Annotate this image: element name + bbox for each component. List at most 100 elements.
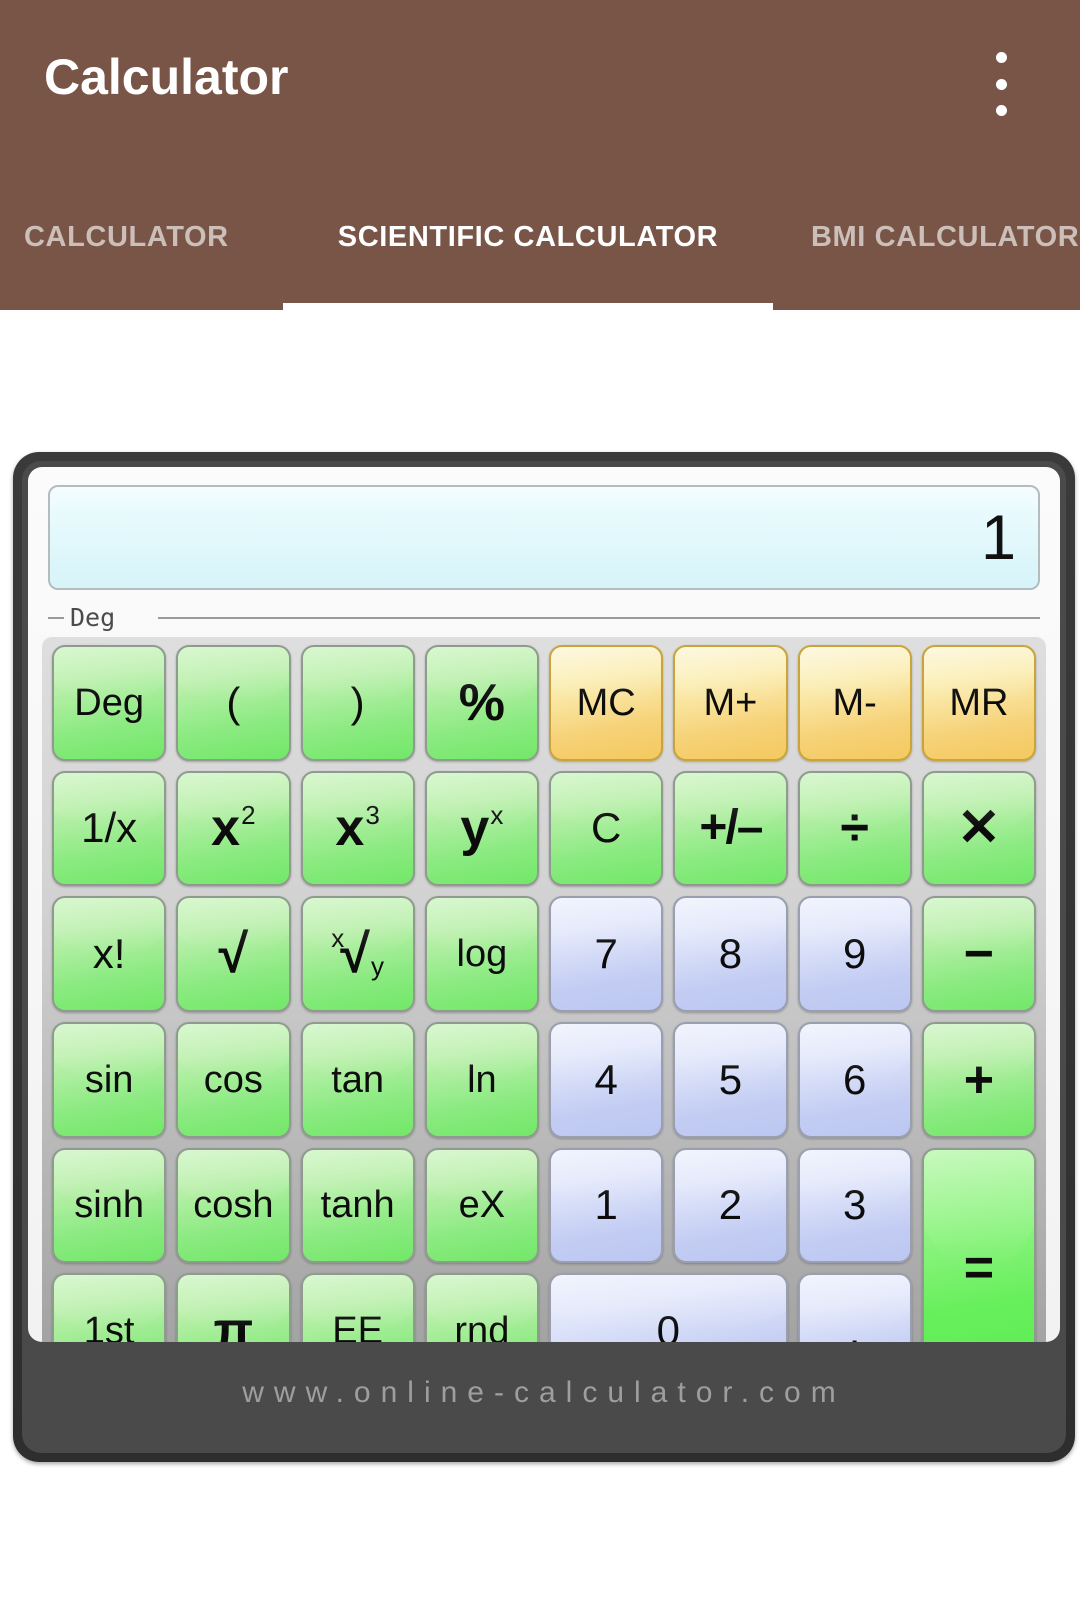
key-7[interactable]: 7 (549, 896, 664, 1012)
keypad: Deg ( ) % MC M+ M- MR 1/x x2 x3 yx C +/–… (42, 637, 1046, 1342)
key-memory-clear[interactable]: MC (549, 645, 664, 761)
key-second-function[interactable]: 1st (52, 1273, 167, 1342)
key-tanh[interactable]: tanh (300, 1147, 415, 1264)
key-decimal-point[interactable]: . (797, 1273, 912, 1342)
key-label: C (590, 804, 622, 852)
menu-dot (995, 78, 1007, 90)
key-label: 4 (594, 1055, 618, 1103)
tab-calculator[interactable]: CALCULATOR (0, 165, 255, 310)
key-label: ✕ (957, 799, 1001, 858)
key-label: sin (84, 1058, 134, 1101)
key-divide[interactable]: ÷ (797, 770, 912, 887)
fieldset-rule-left (48, 617, 64, 619)
angle-mode-fieldset: Deg (48, 603, 1040, 632)
key-label: 1/x (81, 804, 138, 852)
key-label: Deg (74, 681, 144, 724)
key-sinh[interactable]: sinh (52, 1147, 167, 1264)
key-reciprocal[interactable]: 1/x (52, 770, 167, 887)
key-label: +/– (699, 801, 763, 855)
key-label: MC (576, 681, 636, 724)
key-label: x! (92, 930, 126, 978)
key-label: MR (949, 681, 1009, 724)
key-nth-root[interactable]: x √ y (300, 896, 415, 1012)
app-bar-top: Calculator (0, 0, 1080, 160)
more-vert-icon[interactable] (990, 52, 1012, 116)
key-label: ÷ (840, 799, 869, 858)
key-memory-add[interactable]: M+ (673, 645, 788, 761)
key-label: ) (350, 678, 365, 726)
key-multiply[interactable]: ✕ (921, 770, 1036, 887)
key-ln[interactable]: ln (424, 1021, 539, 1138)
key-4[interactable]: 4 (549, 1021, 664, 1138)
key-equals[interactable]: = (921, 1147, 1036, 1342)
page-title: Calculator (44, 49, 289, 105)
key-sin[interactable]: sin (52, 1021, 167, 1138)
key-factorial[interactable]: x! (52, 896, 167, 1012)
key-6[interactable]: 6 (797, 1021, 912, 1138)
key-percent[interactable]: % (424, 645, 539, 761)
key-add[interactable]: + (921, 1021, 1036, 1138)
key-label: x (335, 799, 365, 858)
key-label: 7 (594, 930, 618, 978)
key-round[interactable]: rnd (424, 1273, 539, 1342)
brand-footer: www.online-calculator.com (242, 1376, 846, 1409)
key-subtract[interactable]: − (921, 896, 1036, 1012)
key-superscript: 2 (241, 800, 256, 831)
key-label: ln (467, 1058, 497, 1101)
key-close-paren[interactable]: ) (300, 645, 415, 761)
key-log[interactable]: log (424, 896, 539, 1012)
key-label: 2 (718, 1181, 743, 1229)
key-label: tanh (320, 1184, 395, 1227)
key-power[interactable]: yx (424, 770, 539, 887)
key-clear[interactable]: C (549, 770, 664, 887)
key-cube[interactable]: x3 (300, 770, 415, 887)
tab-scientific-calculator[interactable]: SCIENTIFIC CALCULATOR (283, 165, 773, 310)
key-label: sinh (74, 1184, 144, 1227)
key-0[interactable]: 0 (549, 1273, 788, 1342)
key-label: cosh (193, 1184, 274, 1227)
key-5[interactable]: 5 (673, 1021, 788, 1138)
key-cos[interactable]: cos (176, 1021, 291, 1138)
key-label: = (963, 1239, 995, 1298)
key-deg[interactable]: Deg (52, 645, 167, 761)
key-2[interactable]: 2 (673, 1147, 788, 1264)
key-superscript: 3 (365, 800, 380, 831)
key-label: √ (218, 924, 249, 985)
calculator-face: 1 Deg Deg ( ) % MC M+ M- MR 1/x x2 x 3 y… (28, 467, 1060, 1342)
key-memory-recall[interactable]: MR (921, 645, 1036, 761)
tab-bmi-calculator[interactable]: BMI CALCULATOR (785, 165, 1080, 310)
calculator-widget: 1 Deg Deg ( ) % MC M+ M- MR 1/x x2 x 3 y… (13, 452, 1075, 1462)
key-label: 3 (842, 1181, 867, 1229)
key-pi[interactable]: π (176, 1273, 291, 1342)
key-label: M- (832, 681, 877, 724)
key-label: log (456, 933, 508, 976)
key-square-root[interactable]: √ (176, 896, 291, 1012)
key-sign-toggle[interactable]: +/– (673, 770, 788, 887)
key-square[interactable]: x2 (176, 770, 291, 887)
key-tan[interactable]: tan (300, 1021, 415, 1138)
calculator-display[interactable]: 1 (48, 485, 1040, 590)
menu-dot (995, 105, 1007, 116)
tab-bar: CALCULATOR SCIENTIFIC CALCULATOR BMI CAL… (0, 165, 1080, 310)
key-memory-subtract[interactable]: M- (797, 645, 912, 761)
key-superscript: x (490, 800, 504, 831)
key-prescript: x (331, 923, 345, 954)
key-label: tan (331, 1058, 385, 1101)
calculator-bezel: 1 Deg Deg ( ) % MC M+ M- MR 1/x x2 x 3 y… (22, 461, 1066, 1453)
key-exponent-notation[interactable]: EE (300, 1273, 415, 1342)
key-cosh[interactable]: cosh (176, 1147, 291, 1264)
key-open-paren[interactable]: ( (176, 645, 291, 761)
key-9[interactable]: 9 (797, 896, 912, 1012)
key-3[interactable]: 3 (797, 1147, 912, 1264)
key-label: − (963, 925, 995, 984)
key-8[interactable]: 8 (673, 896, 788, 1012)
key-1[interactable]: 1 (549, 1147, 664, 1264)
key-subscript: y (370, 951, 384, 982)
app-bar: Calculator CALCULATOR SCIENTIFIC CALCULA… (0, 0, 1080, 310)
key-exp[interactable]: eX (424, 1147, 539, 1264)
display-value: 1 (980, 502, 1016, 573)
key-label: 5 (718, 1055, 743, 1103)
key-label: 9 (842, 930, 867, 978)
key-label: 6 (842, 1055, 867, 1103)
key-label: 1 (594, 1181, 618, 1229)
